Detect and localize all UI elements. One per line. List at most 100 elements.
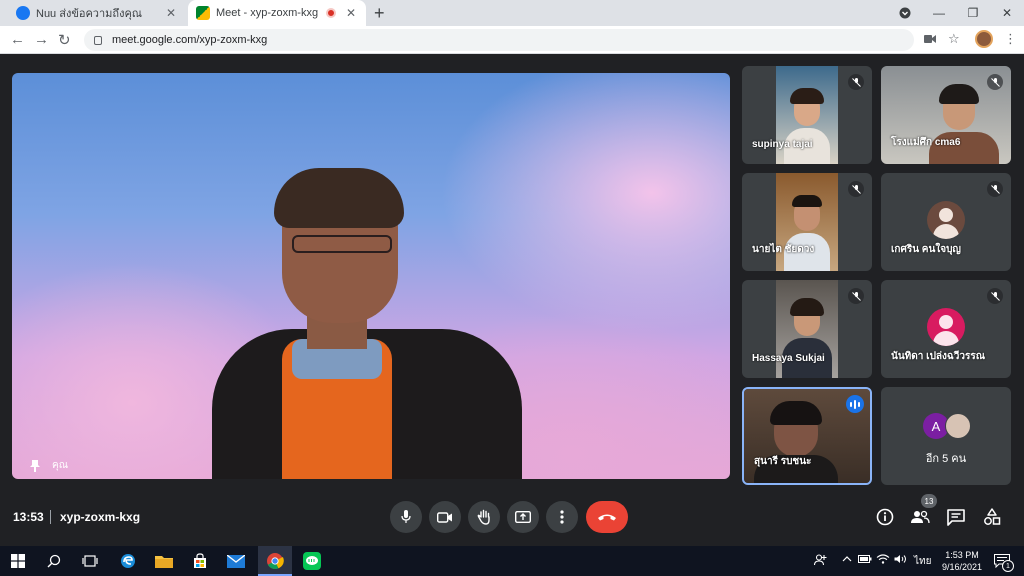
main-speaker-video[interactable]: คุณ	[12, 73, 730, 479]
url-field[interactable]: meet.google.com/xyp-zoxm-kxg	[84, 29, 914, 51]
close-tab-icon[interactable]: ✕	[344, 6, 358, 20]
chat-icon	[947, 508, 965, 526]
back-icon[interactable]: ←	[10, 31, 25, 48]
hand-icon	[477, 509, 490, 525]
reload-icon[interactable]: ↻	[58, 31, 71, 49]
camera-button[interactable]	[429, 501, 461, 533]
tab-title: Nuu ส่งข้อความถึงคุณ	[36, 8, 143, 20]
info-icon	[876, 508, 894, 526]
windows-start-icon[interactable]	[8, 551, 28, 571]
maximize-button[interactable]: ❐	[958, 0, 988, 26]
profile-avatar[interactable]	[975, 30, 993, 48]
mic-button[interactable]	[390, 501, 422, 533]
participant-tile[interactable]: โรงแม่ศึก cma6	[881, 66, 1011, 164]
participant-tile[interactable]: supinya tajai	[742, 66, 872, 164]
more-options-button[interactable]	[546, 501, 578, 533]
participant-tile[interactable]: Hassaya Sukjai	[742, 280, 872, 378]
bookmark-star-icon[interactable]: ☆	[948, 31, 960, 47]
pin-icon[interactable]	[30, 459, 40, 472]
tab-facebook[interactable]: Nuu ส่งข้อความถึงคุณ ✕	[8, 0, 186, 26]
people-tray-icon[interactable]	[813, 554, 828, 569]
raise-hand-button[interactable]	[468, 501, 500, 533]
speaking-indicator-icon	[846, 395, 864, 413]
minimize-button[interactable]: —	[924, 0, 954, 26]
chrome-icon[interactable]	[265, 551, 285, 571]
url-text: meet.google.com/xyp-zoxm-kxg	[112, 34, 268, 46]
forward-icon[interactable]: →	[34, 31, 49, 48]
people-icon	[911, 510, 930, 524]
new-tab-button[interactable]: +	[374, 3, 385, 24]
meeting-time: 13:53	[13, 510, 44, 524]
mic-off-icon	[848, 288, 864, 304]
windows-taskbar: ไทย 1:53 PM 9/16/2021 1	[0, 546, 1024, 576]
mic-icon	[401, 510, 411, 523]
volume-icon[interactable]	[894, 554, 908, 567]
speaker-image	[212, 168, 522, 479]
mic-off-icon	[848, 181, 864, 197]
self-tile[interactable]: สุนารี รบชนะ	[742, 387, 872, 485]
participant-name: โรงแม่ศึก cma6	[891, 137, 961, 148]
participant-name: Hassaya Sukjai	[752, 353, 825, 364]
input-language[interactable]: ไทย	[914, 554, 931, 569]
line-app-icon[interactable]	[302, 551, 322, 571]
mic-off-icon	[848, 74, 864, 90]
close-tab-icon[interactable]: ✕	[164, 6, 178, 20]
browser-tab-strip: Nuu ส่งข้อความถึงคุณ ✕ Meet - xyp-zoxm-k…	[0, 0, 1024, 26]
meeting-code: xyp-zoxm-kxg	[60, 510, 141, 524]
participant-name: นายไต ชัยดวง	[752, 244, 815, 255]
battery-icon[interactable]	[858, 554, 872, 567]
participant-avatar	[927, 308, 965, 346]
present-screen-icon	[515, 511, 531, 523]
meet-control-bar: 13:53 xyp-zoxm-kxg 13	[0, 490, 1024, 545]
facebook-icon	[16, 6, 30, 20]
activities-shapes-icon	[984, 508, 1001, 525]
lock-icon	[94, 35, 102, 45]
participant-name: นันทิดา เปล่งฉวีวรรณ	[891, 351, 985, 362]
taskbar-clock[interactable]: 1:53 PM 9/16/2021	[940, 549, 984, 573]
more-participants-label: อีก 5 คน	[925, 453, 967, 465]
menu-icon[interactable]: ⋮	[1004, 31, 1017, 47]
participant-tile[interactable]: เกศริน คนใจบุญ	[881, 173, 1011, 271]
mic-off-icon	[987, 288, 1003, 304]
activities-button[interactable]	[981, 506, 1003, 528]
divider	[50, 510, 51, 524]
store-icon[interactable]	[190, 551, 210, 571]
present-button[interactable]	[507, 501, 539, 533]
mail-icon[interactable]	[226, 551, 246, 571]
meeting-details-button[interactable]	[874, 506, 896, 528]
recording-icon	[326, 8, 336, 18]
close-window-button[interactable]: ✕	[992, 0, 1022, 26]
camera-icon[interactable]	[924, 32, 936, 47]
address-bar: ← → ↻ meet.google.com/xyp-zoxm-kxg ☆ ⋮	[0, 26, 1024, 54]
chevron-up-icon[interactable]	[842, 554, 852, 566]
hang-up-icon	[598, 514, 616, 521]
mic-off-icon	[987, 74, 1003, 90]
video-camera-icon	[437, 511, 452, 523]
main-speaker-name: คุณ	[52, 460, 68, 471]
main-speaker-label: คุณ	[30, 458, 68, 473]
participant-name: สุนารี รบชนะ	[754, 456, 812, 467]
participant-name: supinya tajai	[752, 139, 813, 150]
tab-search-icon[interactable]	[890, 0, 920, 26]
notifications-count: 1	[1002, 560, 1014, 572]
more-avatars: A	[923, 413, 971, 439]
tab-meet[interactable]: Meet - xyp-zoxm-kxg ✕	[188, 0, 366, 26]
task-view-icon[interactable]	[80, 551, 100, 571]
wifi-icon[interactable]	[876, 554, 890, 567]
meet-icon	[196, 6, 210, 20]
search-icon[interactable]	[44, 551, 64, 571]
taskbar-date: 9/16/2021	[941, 562, 983, 572]
edge-icon[interactable]	[118, 551, 138, 571]
file-explorer-icon[interactable]	[154, 551, 174, 571]
more-participants-tile[interactable]: A อีก 5 คน	[881, 387, 1011, 485]
participant-tile[interactable]: นันทิดา เปล่งฉวีวรรณ	[881, 280, 1011, 378]
participant-tile[interactable]: นายไต ชัยดวง	[742, 173, 872, 271]
chat-button[interactable]	[945, 506, 967, 528]
mic-off-icon	[987, 181, 1003, 197]
taskbar-time: 1:53 PM	[945, 550, 979, 560]
more-vert-icon	[560, 510, 564, 524]
participants-button[interactable]	[909, 506, 931, 528]
leave-call-button[interactable]	[586, 501, 628, 533]
participant-name: เกศริน คนใจบุญ	[891, 244, 961, 255]
tab-title: Meet - xyp-zoxm-kxg	[216, 7, 319, 19]
